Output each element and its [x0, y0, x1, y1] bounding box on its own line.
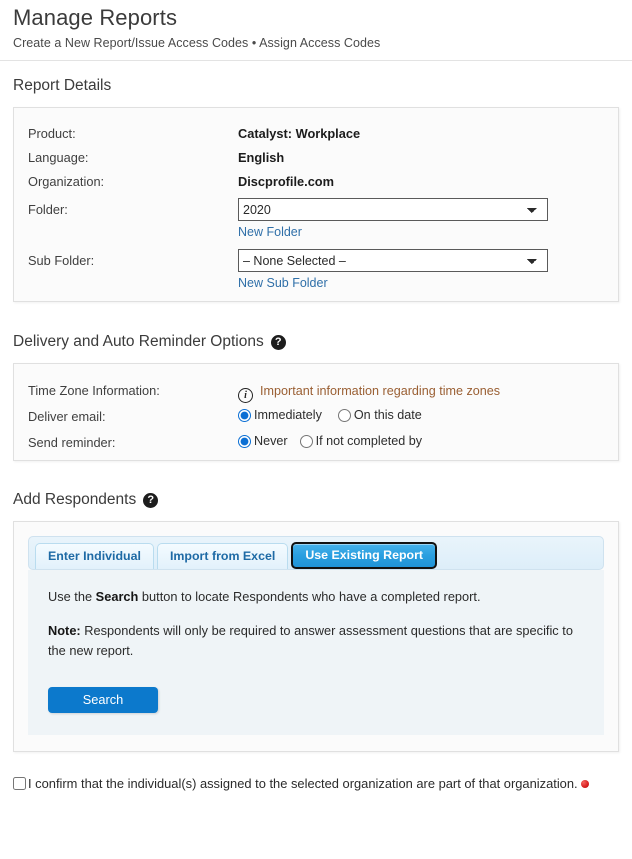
radio-deliver-on-this-date-label: On this date [353, 408, 422, 422]
info-icon: i [238, 388, 253, 403]
search-instruction-text: Use the Search button to locate Responde… [48, 587, 584, 607]
search-button-row: Search [48, 687, 584, 713]
deliver-email-radio-group: Immediately On this date [238, 404, 618, 426]
radio-deliver-immediately-input[interactable] [238, 408, 251, 422]
field-row-send-reminder: Send reminder: Never If not completed by [28, 430, 618, 456]
report-details-heading: Report Details [13, 76, 619, 96]
delivery-options-heading: Delivery and Auto Reminder Options ? [13, 332, 619, 352]
sub-folder-select[interactable]: – None Selected – [238, 249, 548, 272]
delivery-options-section: Delivery and Auto Reminder Options ? Tim… [0, 332, 632, 461]
language-value: English [238, 150, 285, 165]
manage-reports-page: Manage Reports Create a New Report/Issue… [0, 0, 632, 859]
confirm-text: I confirm that the individual(s) assigne… [28, 776, 578, 791]
confirm-section: I confirm that the individual(s) assigne… [0, 774, 632, 794]
organization-label: Organization: [28, 174, 105, 189]
radio-deliver-on-this-date[interactable]: On this date [337, 404, 422, 426]
page-subtitle: Create a New Report/Issue Access Codes •… [13, 36, 381, 50]
note-body: Respondents will only be required to ans… [48, 623, 573, 658]
report-details-fields: Product: Catalyst: Workplace Language: E… [28, 122, 618, 292]
respondent-tabstrip: Enter Individual Import from Excel Use E… [35, 542, 597, 569]
search-instruction-post: button to locate Respondents who have a … [138, 589, 481, 604]
delivery-options-panel: Time Zone Information: i Important inform… [13, 363, 619, 461]
send-reminder-label: Send reminder: [28, 435, 116, 450]
delivery-options-fields: Time Zone Information: i Important inform… [28, 378, 618, 456]
tab-use-existing-report[interactable]: Use Existing Report [291, 542, 438, 569]
field-row-organization: Organization: Discprofile.com [28, 170, 618, 194]
report-details-heading-label: Report Details [13, 77, 112, 94]
radio-reminder-never-label: Never [254, 434, 288, 448]
folder-select[interactable]: 2020 [238, 198, 548, 221]
organization-value: Discprofile.com [238, 174, 335, 189]
radio-reminder-if-not-completed-input[interactable] [299, 434, 313, 448]
note-label: Note: [48, 623, 81, 638]
add-respondents-heading-label: Add Respondents [13, 491, 137, 508]
radio-deliver-immediately[interactable]: Immediately [238, 404, 322, 426]
note-text: Note: Respondents will only be required … [48, 621, 584, 661]
field-row-product: Product: Catalyst: Workplace [28, 122, 618, 146]
search-instruction-pre: Use the [48, 589, 96, 604]
confirm-checkbox[interactable] [13, 777, 26, 790]
field-row-sub-folder: Sub Folder: – None Selected – New Sub Fo… [28, 241, 618, 292]
radio-reminder-if-not-completed-label: If not completed by [315, 434, 423, 448]
confirm-checkbox-label[interactable]: I confirm that the individual(s) assigne… [13, 776, 578, 791]
required-marker-icon [580, 780, 589, 788]
product-label: Product: [28, 126, 76, 141]
language-label: Language: [28, 150, 89, 165]
add-respondents-panel: Enter Individual Import from Excel Use E… [13, 521, 619, 752]
search-button[interactable]: Search [48, 687, 158, 713]
product-value: Catalyst: Workplace [238, 126, 361, 141]
tab-import-from-excel[interactable]: Import from Excel [156, 543, 289, 569]
tab-enter-individual[interactable]: Enter Individual [35, 543, 154, 569]
radio-deliver-on-this-date-input[interactable] [337, 408, 351, 422]
field-row-deliver-email: Deliver email: Immediately On this date [28, 404, 618, 430]
time-zone-label: Time Zone Information: [28, 383, 160, 398]
radio-reminder-never[interactable]: Never [238, 430, 288, 452]
header-divider [0, 60, 632, 61]
help-icon[interactable]: ? [270, 334, 286, 350]
radio-reminder-never-input[interactable] [238, 434, 251, 448]
radio-deliver-immediately-label: Immediately [254, 408, 322, 422]
respondent-tab-panel: Use the Search button to locate Responde… [28, 570, 604, 735]
respondent-tabbox: Enter Individual Import from Excel Use E… [28, 536, 604, 570]
sub-folder-label: Sub Folder: [28, 253, 95, 268]
delivery-options-heading-label: Delivery and Auto Reminder Options [13, 333, 264, 350]
field-row-language: Language: English [28, 146, 618, 170]
page-header: Manage Reports Create a New Report/Issue… [0, 0, 632, 61]
search-instruction-bold: Search [95, 589, 139, 604]
new-folder-link[interactable]: New Folder [238, 223, 302, 241]
add-respondents-section: Add Respondents ? Enter Individual Impor… [0, 490, 632, 752]
folder-label: Folder: [28, 202, 68, 217]
help-icon[interactable]: ? [143, 492, 159, 508]
report-details-panel: Product: Catalyst: Workplace Language: E… [13, 107, 619, 302]
add-respondents-heading: Add Respondents ? [13, 490, 619, 510]
deliver-email-label: Deliver email: [28, 409, 106, 424]
radio-reminder-if-not-completed[interactable]: If not completed by [299, 430, 423, 452]
page-title: Manage Reports [13, 5, 178, 30]
field-row-time-zone: Time Zone Information: i Important inform… [28, 378, 618, 404]
new-sub-folder-link[interactable]: New Sub Folder [238, 274, 328, 292]
time-zone-note[interactable]: Important information regarding time zon… [260, 384, 500, 398]
send-reminder-radio-group: Never If not completed by [238, 430, 618, 452]
field-row-folder: Folder: 2020 New Folder [28, 194, 618, 241]
report-details-section: Report Details Product: Catalyst: Workpl… [0, 76, 632, 302]
